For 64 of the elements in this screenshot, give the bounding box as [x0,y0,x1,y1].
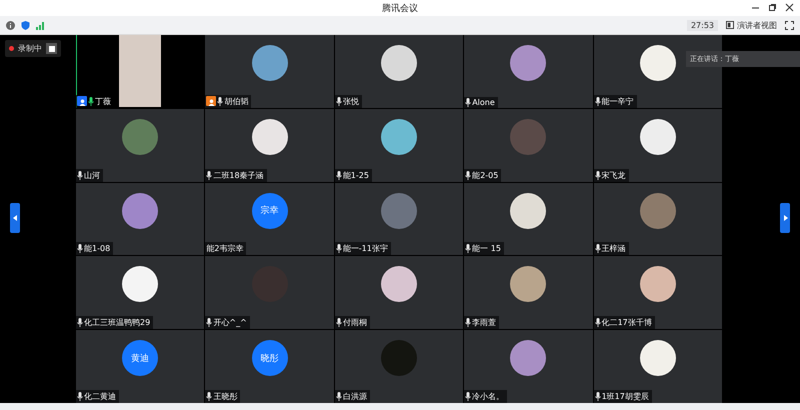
speaker-view-icon [726,21,734,29]
avatar-placeholder [122,118,158,155]
participant-name: 丁薇 [95,96,111,107]
participant-name: 王梓涵 [602,243,626,254]
avatar-placeholder [640,340,676,376]
participant-name: 化二黄迪 [84,391,116,402]
participant-name: 张悦 [342,96,359,107]
avatar-placeholder [380,266,417,302]
speaker-view-button[interactable]: 演讲者视图 [724,20,779,30]
left-caret-icon [12,215,18,221]
participant-name: 能1-25 [342,170,369,181]
avatar-placeholder [380,118,417,155]
shield-icon[interactable] [21,20,30,30]
participant-name: 1班17胡雯辰 [602,391,649,402]
participant-name: 胡伯韬 [224,96,248,107]
stop-recording-button[interactable] [46,43,57,54]
avatar-placeholder [510,45,546,81]
meeting-timer: 27:53 [686,20,718,30]
fullscreen-icon[interactable] [785,20,794,30]
video-placeholder [119,35,162,107]
avatar-placeholder [510,266,546,302]
close-icon[interactable] [785,3,794,12]
participant-name: 付雨桐 [342,317,367,328]
avatar-placeholder [510,118,546,155]
participant-name: Alone [472,98,495,107]
participant-name: 宋飞龙 [602,170,626,181]
avatar-placeholder [252,118,288,155]
participant-name: 开心^_^ [213,317,247,328]
right-caret-icon [782,215,788,221]
restore-icon[interactable] [768,3,777,12]
recording-label: 录制中 [18,43,42,54]
avatar-placeholder [380,45,417,81]
participant-name: 王晓彤 [213,391,238,402]
participant-name: 冷小名。 [472,391,504,402]
avatar-placeholder [510,192,546,229]
avatar-placeholder [380,340,417,376]
participant-name: 李雨萱 [472,317,496,328]
avatar-placeholder [380,192,417,229]
participant-name: 化二17张千博 [602,317,652,328]
participant-name: 山河 [84,170,100,181]
participant-name: 能1-08 [84,243,110,254]
participant-name: 能2-05 [472,170,498,181]
participant-name: 能一-11张宇 [342,243,388,254]
avatar-placeholder [640,118,676,155]
window-title: 腾讯会议 [382,2,418,14]
avatar-placeholder [122,192,158,229]
initials-avatar: 晓彤 [252,340,288,376]
avatar-placeholder [640,192,676,229]
previous-page-button[interactable] [10,203,20,233]
avatar-placeholder [640,45,676,81]
avatar-placeholder [640,266,676,302]
info-icon[interactable] [6,20,15,30]
participant-name: 能2韦宗幸 [206,243,244,254]
participant-name: 能一辛宁 [602,96,634,107]
next-page-button[interactable] [780,203,790,233]
initials-avatar: 宗幸 [252,192,288,229]
participant-name: 二班18秦子涵 [213,170,264,181]
avatar-placeholder [252,45,288,81]
avatar-placeholder [510,340,546,376]
participant-name: 化工三班温鸭鸭29 [84,317,150,328]
participant-name: 能一 15 [472,243,501,254]
participant-name: 白洪源 [342,391,367,402]
avatar-placeholder [122,266,158,302]
initials-avatar: 黄迪 [122,340,158,376]
